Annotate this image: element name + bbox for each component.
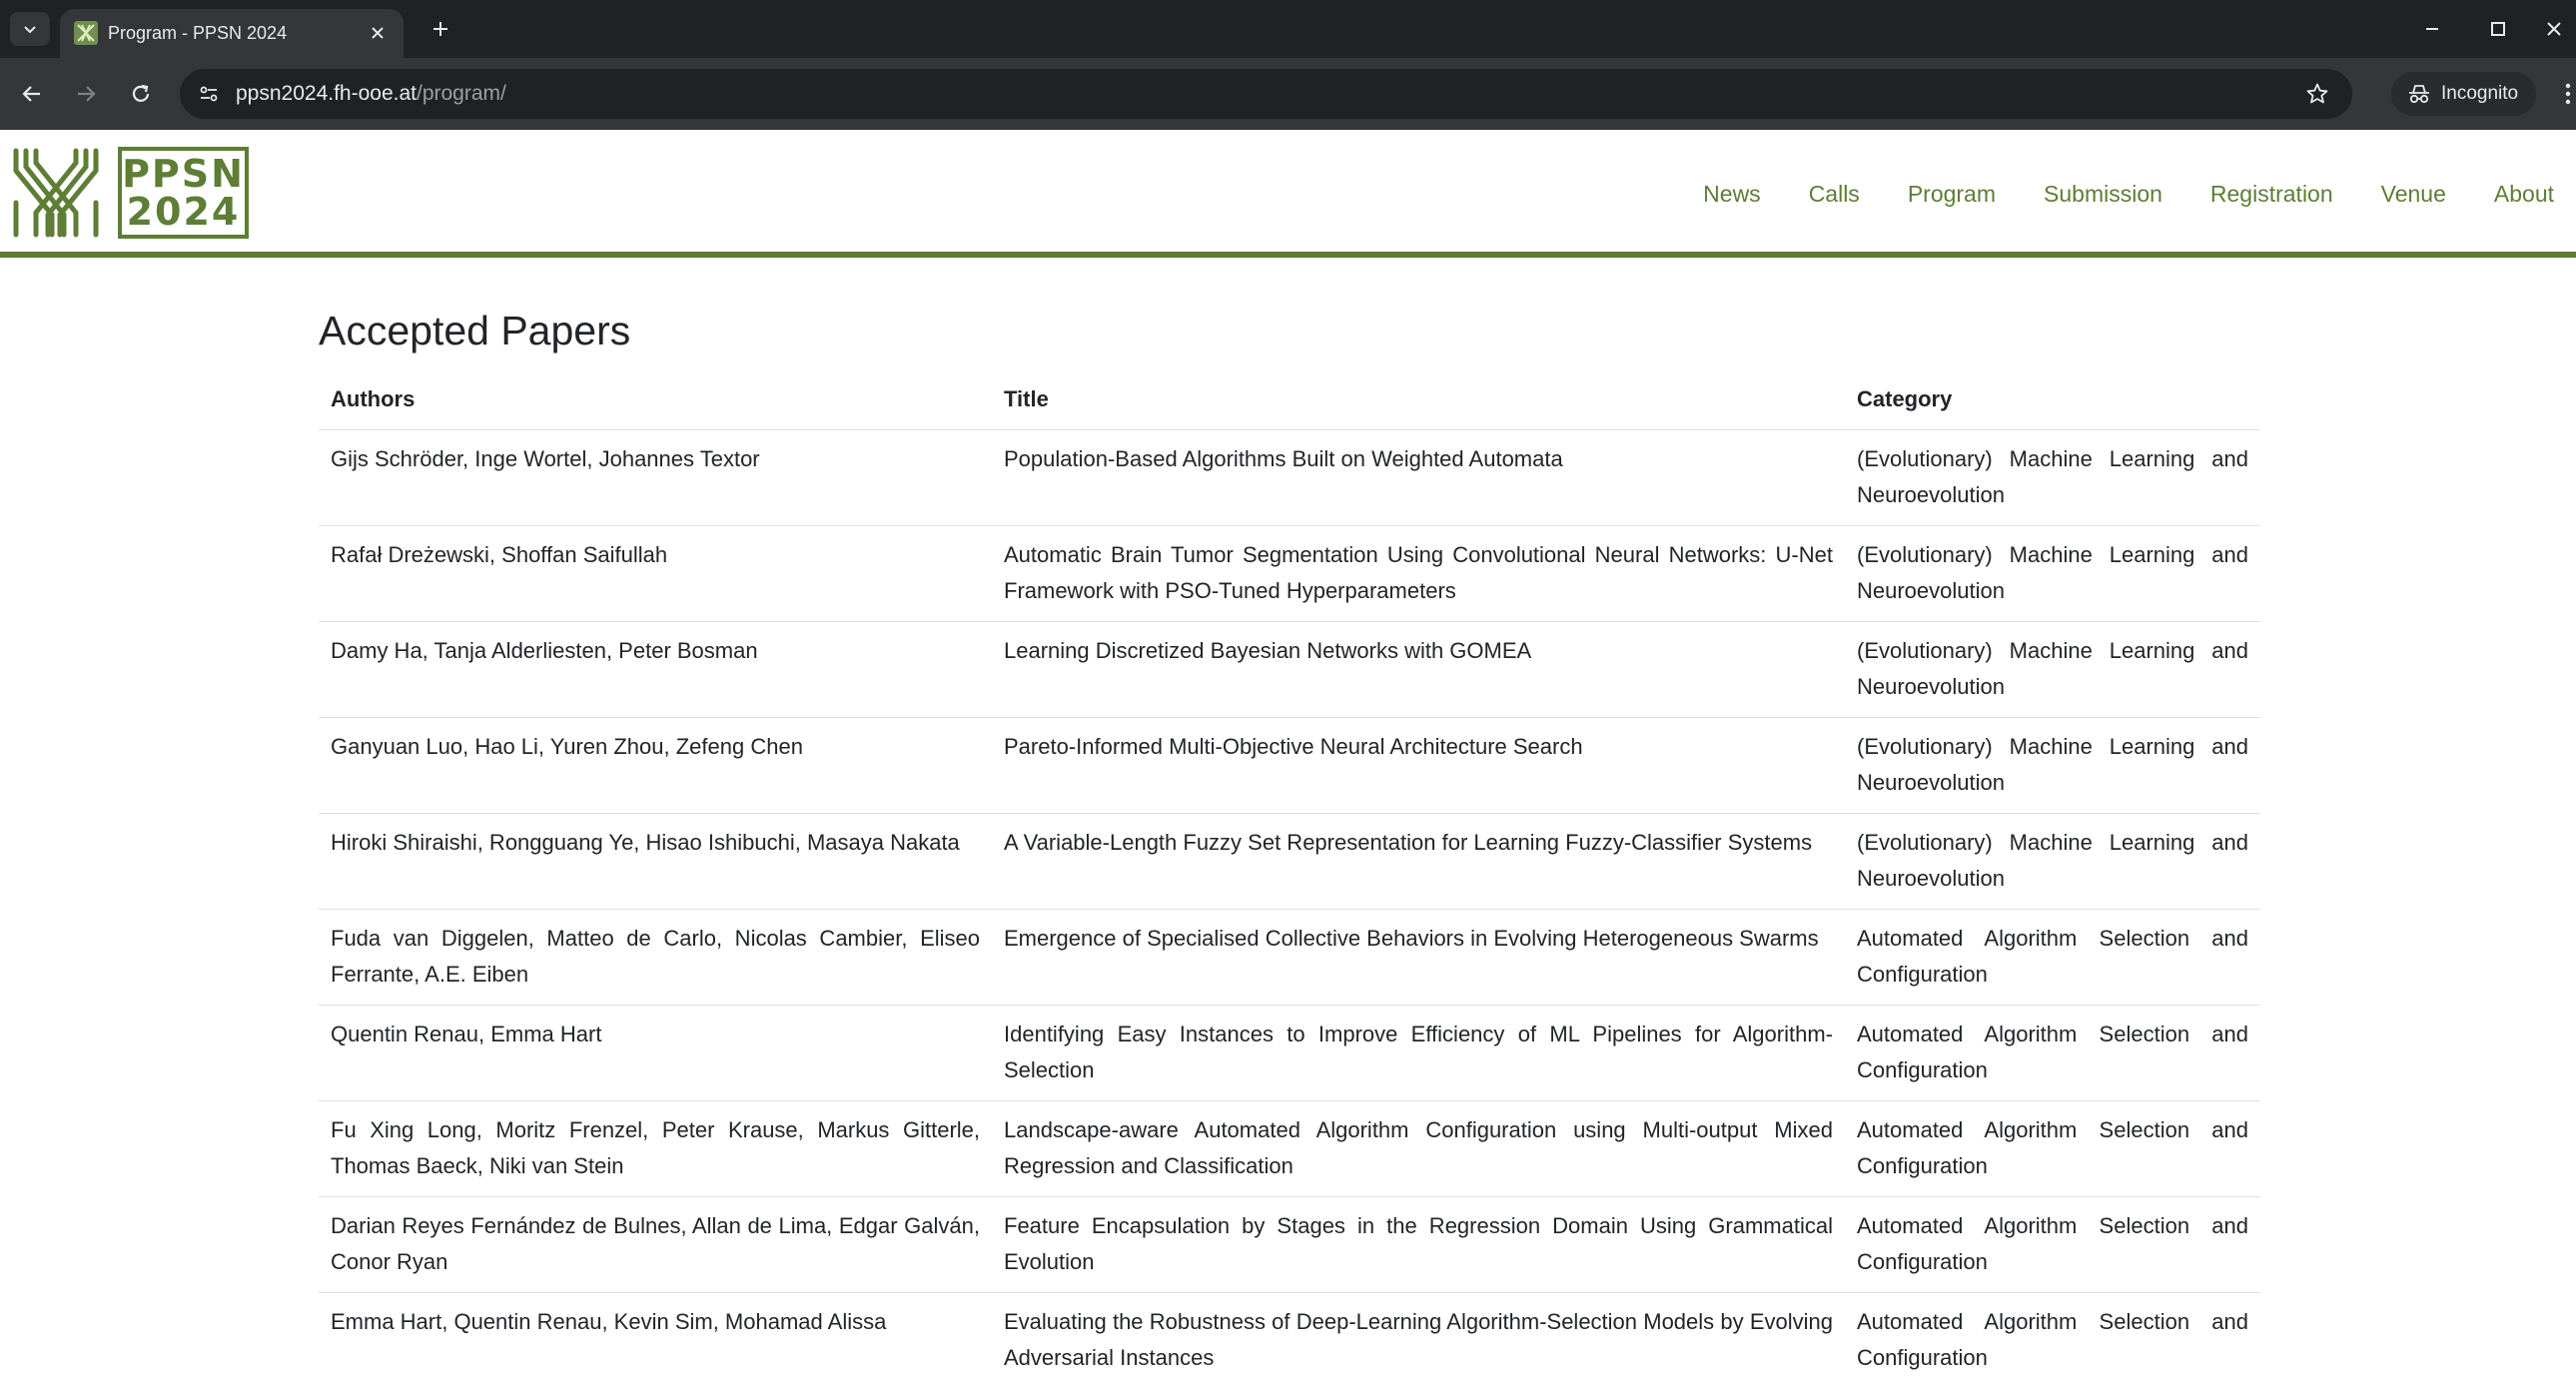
nav-about[interactable]: About <box>2494 181 2554 208</box>
site-favicon-icon <box>74 21 98 45</box>
table-row: Damy Ha, Tanja Alderliesten, Peter Bosma… <box>319 621 2260 718</box>
table-row: Hiroki Shiraishi, Rongguang Ye, Hisao Is… <box>319 813 2260 910</box>
forward-button[interactable] <box>66 74 106 114</box>
logo-text-ppsn: PPSN <box>122 152 245 196</box>
cell-title: Population-Based Algorithms Built on Wei… <box>992 429 1845 526</box>
nav-calls[interactable]: Calls <box>1809 181 1860 208</box>
more-vert-icon <box>2565 83 2570 105</box>
new-tab-button[interactable] <box>424 12 457 46</box>
chevron-down-icon <box>24 26 36 34</box>
arrow-right-icon <box>78 86 96 102</box>
tab-search-button[interactable] <box>10 12 50 46</box>
table-row: Fu Xing Long, Moritz Frenzel, Peter Krau… <box>319 1100 2260 1197</box>
main-navigation: News Calls Program Submission Registrati… <box>1703 130 2554 258</box>
browser-menu-button[interactable] <box>2559 74 2576 114</box>
main-content: Accepted Papers Authors Title Category G… <box>319 296 2260 1385</box>
back-button[interactable] <box>12 74 52 114</box>
accepted-papers-table: Authors Title Category Gijs Schröder, In… <box>319 369 2260 1385</box>
cell-category: Automated Algorithm Selection and Config… <box>1845 1005 2260 1101</box>
logo-wordmark: PPSN 2024 <box>118 147 249 239</box>
url-host: ppsn2024.fh-ooe.at <box>236 82 417 105</box>
minimize-icon <box>2426 28 2438 30</box>
site-header: PPSN 2024 News Calls Program Submission … <box>0 130 2576 258</box>
nav-venue[interactable]: Venue <box>2381 181 2446 208</box>
close-window-button[interactable] <box>2531 0 2576 58</box>
cell-authors: Fu Xing Long, Moritz Frenzel, Peter Krau… <box>319 1100 992 1197</box>
cell-title: Pareto-Informed Multi-Objective Neural A… <box>992 717 1845 814</box>
ppsn-logo-mark-icon <box>13 148 99 238</box>
cell-category: Automated Algorithm Selection and Config… <box>1845 1292 2260 1385</box>
table-row: Quentin Renau, Emma Hart Identifying Eas… <box>319 1005 2260 1101</box>
site-logo[interactable]: PPSN 2024 <box>12 147 249 239</box>
cell-category: (Evolutionary) Machine Learning and Neur… <box>1845 717 2260 814</box>
cell-authors: Ganyuan Luo, Hao Li, Yuren Zhou, Zefeng … <box>319 717 992 814</box>
nav-registration[interactable]: Registration <box>2210 181 2333 208</box>
cell-authors: Quentin Renau, Emma Hart <box>319 1005 992 1101</box>
cell-authors: Rafał Dreżewski, Shoffan Saifullah <box>319 525 992 622</box>
cell-title: Evaluating the Robustness of Deep-Learni… <box>992 1292 1845 1385</box>
tab-title: Program - PPSN 2024 <box>108 23 288 43</box>
maximize-window-button[interactable] <box>2465 0 2531 58</box>
cell-title: Landscape-aware Automated Algorithm Conf… <box>992 1100 1845 1197</box>
table-row: Rafał Dreżewski, Shoffan Saifullah Autom… <box>319 525 2260 622</box>
cell-authors: Damy Ha, Tanja Alderliesten, Peter Bosma… <box>319 621 992 718</box>
minimize-window-button[interactable] <box>2399 0 2465 58</box>
table-row: Fuda van Diggelen, Matteo de Carlo, Nico… <box>319 909 2260 1006</box>
reload-button[interactable] <box>121 74 161 114</box>
cell-authors: Emma Hart, Quentin Renau, Kevin Sim, Moh… <box>319 1292 992 1385</box>
cell-title: Automatic Brain Tumor Segmentation Using… <box>992 525 1845 622</box>
site-info-icon[interactable] <box>194 79 224 109</box>
cell-category: Automated Algorithm Selection and Config… <box>1845 909 2260 1006</box>
plus-icon <box>433 22 447 36</box>
column-header-authors: Authors <box>319 369 992 430</box>
bookmark-star-icon[interactable] <box>2302 79 2332 109</box>
cell-title: A Variable-Length Fuzzy Set Representati… <box>992 813 1845 910</box>
browser-tab-active[interactable]: Program - PPSN 2024 <box>60 9 404 58</box>
cell-authors: Fuda van Diggelen, Matteo de Carlo, Nico… <box>319 909 992 1006</box>
cell-category: (Evolutionary) Machine Learning and Neur… <box>1845 525 2260 622</box>
cell-category: (Evolutionary) Machine Learning and Neur… <box>1845 621 2260 718</box>
incognito-label: Incognito <box>2441 83 2519 104</box>
cell-category: (Evolutionary) Machine Learning and Neur… <box>1845 813 2260 910</box>
cell-category: Automated Algorithm Selection and Config… <box>1845 1196 2260 1293</box>
cell-title: Emergence of Specialised Collective Beha… <box>992 909 1845 1006</box>
nav-program[interactable]: Program <box>1908 181 1996 208</box>
browser-toolbar: ppsn2024.fh-ooe.at/program/ Incognito <box>0 58 2576 130</box>
logo-text-year: 2024 <box>126 190 241 234</box>
maximize-icon <box>2491 22 2505 36</box>
cell-authors: Darian Reyes Fernández de Bulnes, Allan … <box>319 1196 992 1293</box>
cell-title: Feature Encapsulation by Stages in the R… <box>992 1196 1845 1293</box>
arrow-left-icon <box>22 86 40 102</box>
table-row: Emma Hart, Quentin Renau, Kevin Sim, Moh… <box>319 1292 2260 1385</box>
close-tab-icon[interactable] <box>366 21 390 45</box>
url-text: ppsn2024.fh-ooe.at/program/ <box>236 69 506 119</box>
column-header-category: Category <box>1845 369 2260 430</box>
url-path: /program/ <box>416 82 506 105</box>
table-row: Ganyuan Luo, Hao Li, Yuren Zhou, Zefeng … <box>319 717 2260 814</box>
table-row: Gijs Schröder, Inge Wortel, Johannes Tex… <box>319 429 2260 526</box>
table-header-row: Authors Title Category <box>319 369 2260 430</box>
close-icon <box>2546 22 2561 36</box>
cell-title: Learning Discretized Bayesian Networks w… <box>992 621 1845 718</box>
cell-category: (Evolutionary) Machine Learning and Neur… <box>1845 429 2260 526</box>
address-bar[interactable]: ppsn2024.fh-ooe.at/program/ <box>180 69 2352 119</box>
incognito-icon <box>2409 85 2429 104</box>
incognito-indicator[interactable]: Incognito <box>2391 72 2537 116</box>
cell-authors: Hiroki Shiraishi, Rongguang Ye, Hisao Is… <box>319 813 992 910</box>
cell-category: Automated Algorithm Selection and Config… <box>1845 1100 2260 1197</box>
nav-submission[interactable]: Submission <box>2044 181 2162 208</box>
browser-tab-strip: Program - PPSN 2024 <box>0 0 2576 58</box>
cell-title: Identifying Easy Instances to Improve Ef… <box>992 1005 1845 1101</box>
nav-news[interactable]: News <box>1703 181 1761 208</box>
table-row: Darian Reyes Fernández de Bulnes, Allan … <box>319 1196 2260 1293</box>
reload-icon <box>132 84 150 102</box>
cell-authors: Gijs Schröder, Inge Wortel, Johannes Tex… <box>319 429 992 526</box>
column-header-title: Title <box>992 369 1845 430</box>
page-title: Accepted Papers <box>319 308 631 353</box>
